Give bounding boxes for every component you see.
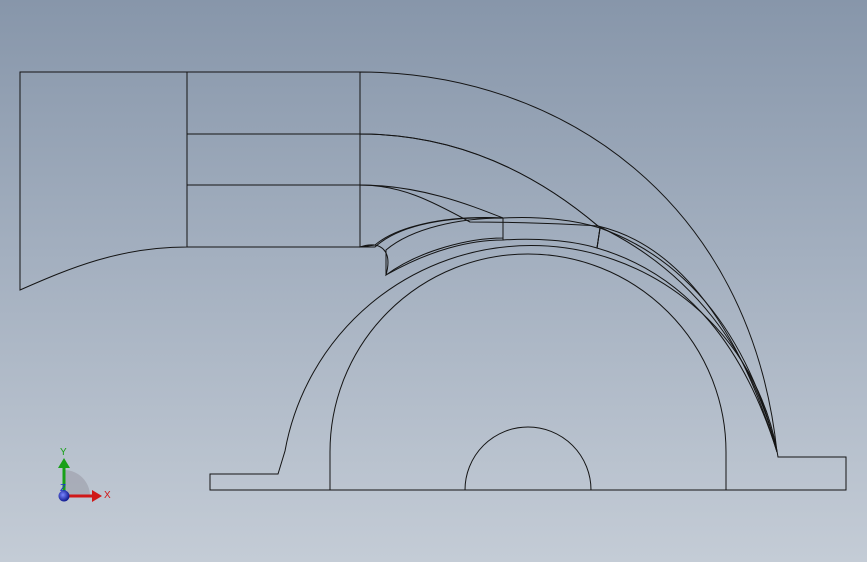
- elbow-middle-face[interactable]: [359, 133, 600, 227]
- base-flange[interactable]: [209, 245, 847, 491]
- elbow-lower-face[interactable]: [359, 184, 504, 248]
- triad-x-label: X: [104, 490, 111, 501]
- triad-y-arrow: [58, 458, 70, 468]
- collar-band-1[interactable]: [385, 217, 504, 276]
- triad-y-label: Y: [60, 447, 67, 458]
- elbow-edge-line-1: [597, 225, 778, 453]
- model-view[interactable]: Y X Z: [0, 0, 867, 562]
- tube-middle-band[interactable]: [186, 133, 361, 186]
- collar-band-3[interactable]: [596, 227, 778, 453]
- reference-triad: Y X Z: [58, 447, 111, 502]
- inlet-flare-face[interactable]: [19, 71, 188, 291]
- graphics-viewport[interactable]: Y X Z: [0, 0, 867, 562]
- tube-bottom-band[interactable]: [186, 184, 361, 248]
- triad-x-arrow: [92, 490, 102, 502]
- elbow-edge-line-3: [596, 227, 601, 249]
- base-shaft-bore[interactable]: [464, 426, 592, 491]
- triad-z-label: Z: [60, 483, 66, 494]
- elbow-outer-face[interactable]: [359, 71, 778, 453]
- tube-top-band[interactable]: [186, 71, 361, 135]
- triad-xy-plane: [64, 470, 90, 496]
